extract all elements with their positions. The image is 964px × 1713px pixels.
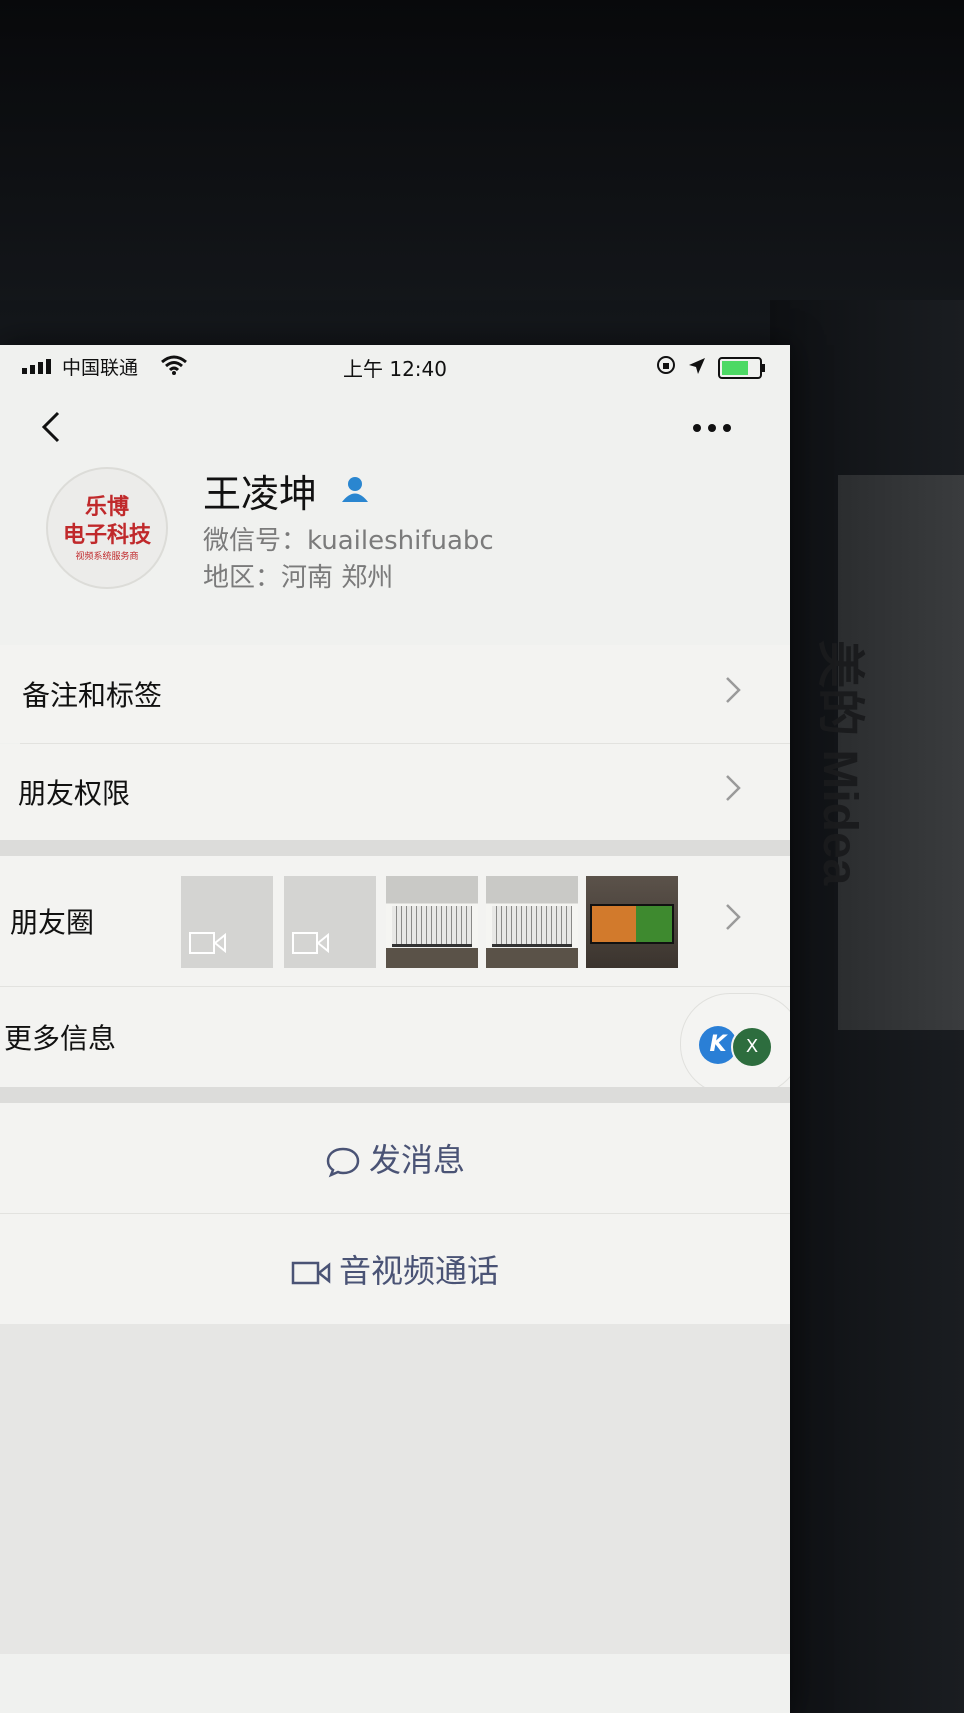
remarks-tags-row[interactable]: 备注和标签 bbox=[0, 645, 790, 743]
video-camera-icon bbox=[292, 929, 330, 962]
photo-content bbox=[492, 906, 572, 947]
more-options-icon[interactable] bbox=[692, 419, 732, 433]
moments-thumbnail-photo[interactable] bbox=[386, 876, 478, 968]
avatar-line2: 电子科技 bbox=[62, 523, 151, 548]
location-icon bbox=[688, 356, 706, 380]
background-dark-top bbox=[0, 0, 964, 350]
more-info-label: 更多信息 bbox=[4, 1022, 117, 1055]
video-call-label: 音视频通话 bbox=[338, 1252, 499, 1290]
rotation-lock-icon bbox=[656, 355, 676, 380]
video-camera-icon bbox=[189, 929, 227, 962]
floating-window-pill[interactable]: K X bbox=[680, 993, 790, 1095]
moments-thumbnail-photo[interactable] bbox=[586, 876, 678, 968]
moments-label: 朋友圈 bbox=[10, 906, 95, 939]
remarks-tags-label: 备注和标签 bbox=[22, 679, 163, 712]
battery-fill bbox=[722, 360, 748, 375]
moments-thumbnail-video[interactable] bbox=[181, 876, 273, 968]
moments-thumbnail-video[interactable] bbox=[284, 876, 376, 968]
region: 地区：河南 郑州 bbox=[203, 563, 394, 593]
send-message-label: 发消息 bbox=[368, 1141, 465, 1179]
friend-permissions-label: 朋友权限 bbox=[18, 777, 131, 810]
status-bar: 中国联通 上午 12:40 bbox=[0, 345, 790, 389]
close-float-button[interactable]: X bbox=[731, 1026, 773, 1068]
moments-thumbnails bbox=[181, 876, 681, 968]
contact-name: 王凌坤 bbox=[203, 472, 318, 516]
section-separator bbox=[0, 840, 790, 856]
moments-row[interactable]: 朋友圈 bbox=[0, 856, 790, 986]
photo-content bbox=[590, 904, 674, 944]
phone-screen: 中国联通 上午 12:40 乐博 电子科技 视频系统服务商 王凌坤 微信号：ku… bbox=[0, 345, 790, 1713]
chat-bubble-icon bbox=[326, 1147, 360, 1178]
chevron-right-icon bbox=[725, 774, 741, 810]
more-info-row[interactable]: 更多信息 bbox=[0, 987, 790, 1087]
profile-header: 乐博 电子科技 视频系统服务商 王凌坤 微信号：kuaileshifuabc 地… bbox=[0, 445, 790, 645]
video-call-button[interactable]: 音视频通话 bbox=[0, 1214, 790, 1324]
empty-area bbox=[0, 1324, 790, 1654]
avatar-line3: 视频系统服务商 bbox=[75, 552, 139, 562]
chevron-right-icon bbox=[725, 903, 741, 939]
video-camera-icon bbox=[291, 1261, 331, 1285]
person-verified-icon bbox=[340, 475, 370, 507]
battery-icon bbox=[718, 356, 765, 379]
chevron-right-icon bbox=[725, 676, 741, 712]
send-message-content: 发消息 bbox=[0, 1135, 790, 1181]
avatar[interactable]: 乐博 电子科技 视频系统服务商 bbox=[46, 467, 168, 589]
moments-thumbnail-photo[interactable] bbox=[486, 876, 578, 968]
status-right bbox=[656, 355, 765, 380]
wechat-id: 微信号：kuaileshifuabc bbox=[203, 526, 494, 556]
section-separator bbox=[0, 1087, 790, 1103]
photo-content bbox=[392, 906, 472, 947]
friend-permissions-row[interactable]: 朋友权限 bbox=[0, 744, 790, 840]
send-message-button[interactable]: 发消息 bbox=[0, 1103, 790, 1213]
video-call-content: 音视频通话 bbox=[0, 1246, 790, 1292]
